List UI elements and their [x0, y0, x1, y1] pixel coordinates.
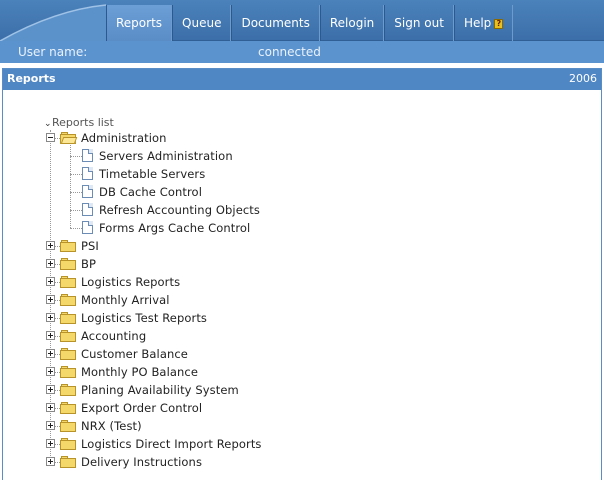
- report-document-icon: [82, 149, 93, 162]
- collapse-toggle-icon[interactable]: [46, 133, 55, 142]
- folder-open-icon: [60, 132, 78, 144]
- expand-toggle-icon[interactable]: [46, 457, 55, 466]
- root-label: Reports list: [52, 116, 114, 129]
- tree-connector: [70, 174, 82, 175]
- expand-toggle-icon[interactable]: [46, 439, 55, 448]
- report-item[interactable]: Forms Args Cache Control: [99, 221, 250, 235]
- report-item[interactable]: Servers Administration: [99, 149, 233, 163]
- reports-list-root[interactable]: ⌄Reports list: [44, 116, 114, 129]
- folder-icon: [60, 366, 76, 378]
- folder-icon: [60, 402, 76, 414]
- folder-icon: [60, 384, 76, 396]
- expand-toggle-icon[interactable]: [46, 259, 55, 268]
- tree-connector: [70, 228, 82, 229]
- expand-toggle-icon[interactable]: [46, 313, 55, 322]
- folder-label[interactable]: Export Order Control: [81, 401, 202, 415]
- folder-icon: [60, 438, 76, 450]
- expand-toggle-icon[interactable]: [46, 295, 55, 304]
- expand-toggle-icon[interactable]: [46, 331, 55, 340]
- report-item[interactable]: Refresh Accounting Objects: [99, 203, 260, 217]
- report-item[interactable]: DB Cache Control: [99, 185, 202, 199]
- tree-connector: [70, 192, 82, 193]
- folder-icon: [60, 330, 76, 342]
- folder-label[interactable]: NRX (Test): [81, 419, 142, 433]
- expand-toggle-icon[interactable]: [46, 367, 55, 376]
- report-document-icon: [82, 221, 93, 234]
- expand-toggle-icon[interactable]: [46, 385, 55, 394]
- expand-toggle-icon[interactable]: [46, 277, 55, 286]
- report-document-icon: [82, 203, 93, 216]
- report-document-icon: [82, 185, 93, 198]
- expand-toggle-icon[interactable]: [46, 241, 55, 250]
- folder-label[interactable]: Accounting: [81, 329, 146, 343]
- report-document-icon: [82, 167, 93, 180]
- folder-icon: [60, 420, 76, 432]
- folder-icon: [60, 348, 76, 360]
- folder-label[interactable]: Logistics Direct Import Reports: [81, 437, 262, 451]
- tree-connector: [70, 156, 82, 157]
- tree-connector: [70, 145, 71, 228]
- folder-icon: [60, 294, 76, 306]
- expand-toggle-icon[interactable]: [46, 349, 55, 358]
- chevron-down-icon: ⌄: [44, 119, 52, 129]
- folder-label[interactable]: Monthly PO Balance: [81, 365, 198, 379]
- folder-label[interactable]: BP: [81, 257, 96, 271]
- folder-label[interactable]: Logistics Test Reports: [81, 311, 207, 325]
- folder-label[interactable]: PSI: [81, 239, 99, 253]
- folder-label[interactable]: Logistics Reports: [81, 275, 180, 289]
- tree-connector: [70, 210, 82, 211]
- expand-toggle-icon[interactable]: [46, 421, 55, 430]
- folder-icon: [60, 456, 76, 468]
- folder-icon: [60, 276, 76, 288]
- expand-toggle-icon[interactable]: [46, 403, 55, 412]
- report-item[interactable]: Timetable Servers: [99, 167, 205, 181]
- folder-icon: [60, 258, 76, 270]
- folder-label[interactable]: Planing Availability System: [81, 383, 239, 397]
- folder-label[interactable]: Delivery Instructions: [81, 455, 202, 469]
- folder-label[interactable]: Customer Balance: [81, 347, 188, 361]
- folder-label[interactable]: Monthly Arrival: [81, 293, 170, 307]
- folder-label-administration[interactable]: Administration: [81, 131, 167, 145]
- reports-tree: ⌄Reports list Administration Servers Admi…: [0, 0, 604, 480]
- folder-icon: [60, 240, 76, 252]
- folder-icon: [60, 312, 76, 324]
